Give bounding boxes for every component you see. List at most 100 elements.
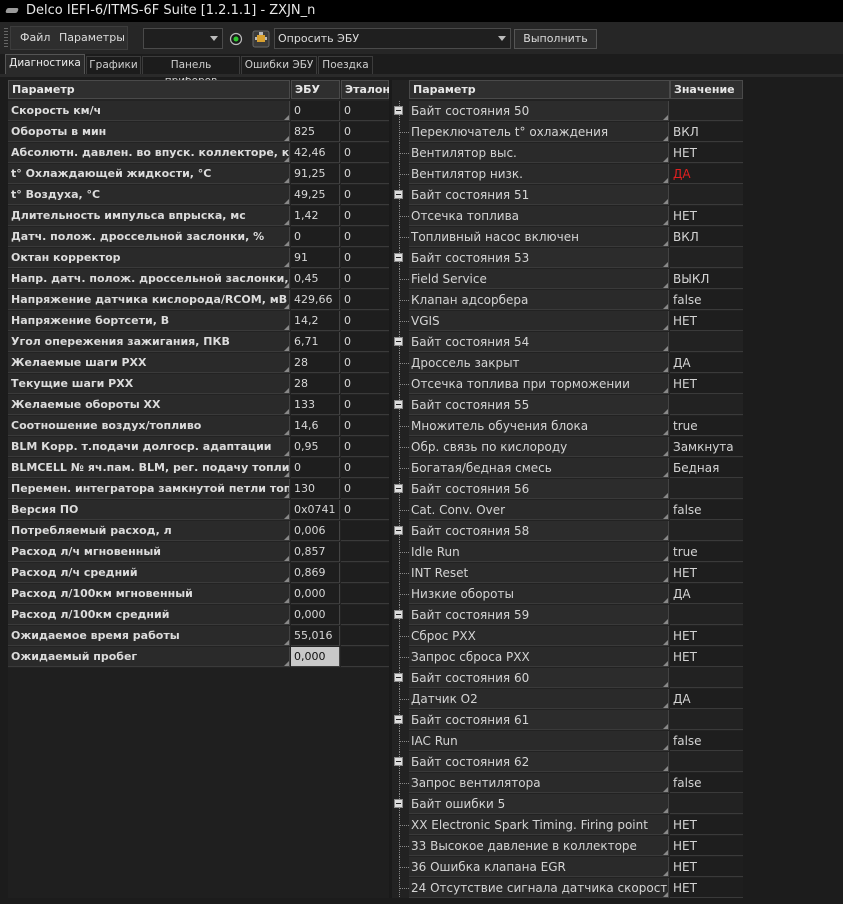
reference-value-cell[interactable] [341,626,389,646]
param-name-cell[interactable]: Запрос сброса РХХ [409,647,669,667]
param-name-cell[interactable]: Обороты в мин [8,122,290,142]
collapse-icon[interactable] [394,253,403,262]
value-cell[interactable]: НЕТ [670,815,743,835]
reference-value-cell[interactable]: 0 [341,101,389,121]
value-cell[interactable]: НЕТ [670,374,743,394]
ecu-value-cell[interactable]: 0,006 [291,521,340,541]
reference-value-cell[interactable]: 0 [341,353,389,373]
param-name-cell[interactable]: Напр. датч. полож. дроссельной заслонки,… [8,269,290,289]
table-row[interactable]: BLM Корр. т.подачи долгоср. адаптации 0,9… [8,437,389,458]
menu-file[interactable]: Файл [20,27,50,49]
value-cell[interactable]: Бедная [670,458,743,478]
group-name-cell[interactable]: Байт состояния 53 [409,248,669,268]
table-row[interactable]: Напряжение бортсети, В 14,2 0 [8,311,389,332]
collapse-icon[interactable] [394,190,403,199]
param-name-cell[interactable]: Множитель обучения блока [409,416,669,436]
reference-value-cell[interactable]: 0 [341,458,389,478]
tab-graphs[interactable]: Графики [86,56,141,74]
tree-row[interactable]: Датчик О2 ДА [392,689,743,710]
param-name-cell[interactable]: Потребляемый расход, л [8,521,290,541]
ecu-value-cell[interactable]: 0 [291,458,340,478]
ecu-value-cell[interactable]: 6,71 [291,332,340,352]
table-row[interactable]: Перемен. интегратора замкнутой петли топ… [8,479,389,500]
ecu-value-cell[interactable]: 14,2 [291,311,340,331]
ecu-value-cell[interactable]: 0 [291,227,340,247]
param-name-cell[interactable]: Желаемые шаги РХХ [8,353,290,373]
param-name-cell[interactable]: Отсечка топлива [409,206,669,226]
ecu-value-cell[interactable]: 0,000 [291,605,340,625]
group-row[interactable]: Байт состояния 54 [392,332,743,353]
value-cell[interactable]: false [670,773,743,793]
reference-value-cell[interactable] [341,521,389,541]
value-cell[interactable] [670,248,743,268]
column-header-param[interactable]: Параметр [8,80,290,99]
param-name-cell[interactable]: Богатая/бедная смесь [409,458,669,478]
group-name-cell[interactable]: Байт состояния 56 [409,479,669,499]
reference-value-cell[interactable]: 0 [341,311,389,331]
value-cell[interactable]: ДА [670,353,743,373]
value-cell[interactable]: false [670,731,743,751]
column-header-ecu[interactable]: ЭБУ [291,80,340,99]
table-row[interactable]: Абсолютн. давлен. во впуск. коллекторе, … [8,143,389,164]
value-cell[interactable]: НЕТ [670,206,743,226]
collapse-icon[interactable] [394,526,403,535]
param-name-cell[interactable]: Версия ПО [8,500,290,520]
table-row[interactable]: Длительность импульса впрыска, мс 1,42 0 [8,206,389,227]
value-cell[interactable]: ВЫКЛ [670,269,743,289]
param-name-cell[interactable]: Расход л/100км средний [8,605,290,625]
reference-value-cell[interactable]: 0 [341,500,389,520]
param-name-cell[interactable]: BLMCELL № яч.пам. BLM, рег. подачу топли… [8,458,290,478]
reference-value-cell[interactable]: 0 [341,164,389,184]
param-name-cell[interactable]: Cat. Conv. Over [409,500,669,520]
ecu-value-cell[interactable]: 429,66 [291,290,340,310]
ecu-value-cell[interactable]: 49,25 [291,185,340,205]
tree-row[interactable]: 36 Ошибка клапана EGR НЕТ [392,857,743,878]
group-name-cell[interactable]: Байт состояния 60 [409,668,669,688]
engine-icon[interactable] [251,29,271,49]
value-cell[interactable]: НЕТ [670,563,743,583]
group-row[interactable]: Байт состояния 62 [392,752,743,773]
table-row[interactable]: Желаемые обороты ХХ 133 0 [8,395,389,416]
table-row[interactable]: Скорость км/ч 0 0 [8,101,389,122]
reference-value-cell[interactable]: 0 [341,143,389,163]
value-cell[interactable] [670,479,743,499]
collapse-icon[interactable] [394,757,403,766]
group-name-cell[interactable]: Байт состояния 54 [409,332,669,352]
param-name-cell[interactable]: Ожидаемое время работы [8,626,290,646]
group-row[interactable]: Байт состояния 51 [392,185,743,206]
reference-value-cell[interactable] [341,563,389,583]
ecu-value-cell[interactable]: 130 [291,479,340,499]
param-name-cell[interactable]: Обр. связь по кислороду [409,437,669,457]
reference-value-cell[interactable] [341,584,389,604]
menu-params[interactable]: Параметры [59,27,125,49]
table-row[interactable]: Октан корректор 91 0 [8,248,389,269]
table-row[interactable]: Текущие шаги РХХ 28 0 [8,374,389,395]
ecu-value-cell[interactable]: 0,45 [291,269,340,289]
table-row[interactable]: Ожидаемое время работы 55,016 [8,626,389,647]
tab-dashboard[interactable]: Панель приборов [142,56,240,87]
value-cell[interactable]: ДА [670,584,743,604]
param-name-cell[interactable]: Октан корректор [8,248,290,268]
param-name-cell[interactable]: Клапан адсорбера [409,290,669,310]
reference-value-cell[interactable]: 0 [341,122,389,142]
param-name-cell[interactable]: Текущие шаги РХХ [8,374,290,394]
param-name-cell[interactable]: Расход л/ч мгновенный [8,542,290,562]
reference-value-cell[interactable]: 0 [341,437,389,457]
group-row[interactable]: Байт состояния 50 [392,101,743,122]
ecu-value-cell[interactable]: 55,016 [291,626,340,646]
value-cell[interactable]: ВКЛ [670,227,743,247]
value-cell[interactable]: НЕТ [670,626,743,646]
param-name-cell[interactable]: Желаемые обороты ХХ [8,395,290,415]
execute-button[interactable]: Выполнить [514,29,597,49]
value-cell[interactable] [670,101,743,121]
param-name-cell[interactable]: Соотношение воздух/топливо [8,416,290,436]
param-name-cell[interactable]: Отсечка топлива при торможении [409,374,669,394]
tree-row[interactable]: VGIS НЕТ [392,311,743,332]
param-name-cell[interactable]: INT Reset [409,563,669,583]
tree-row[interactable]: 24 Отсутствие сигнала датчика скорости НЕ… [392,878,743,898]
ecu-value-cell[interactable]: 14,6 [291,416,340,436]
column-header-value[interactable]: Значение [670,80,743,99]
reference-value-cell[interactable]: 0 [341,206,389,226]
table-row[interactable]: Желаемые шаги РХХ 28 0 [8,353,389,374]
value-cell[interactable] [670,185,743,205]
